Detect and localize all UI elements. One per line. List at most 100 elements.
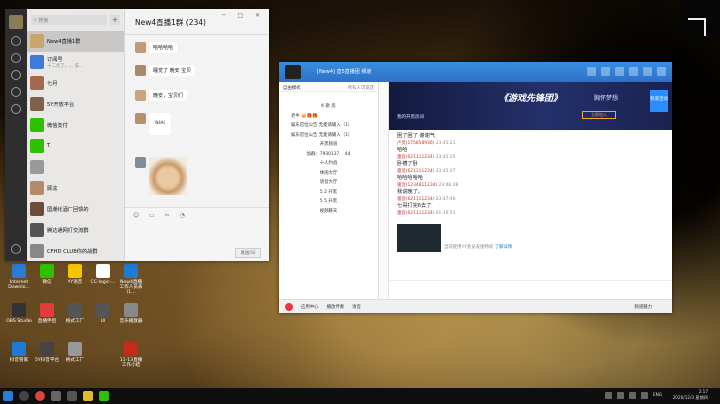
volume-icon[interactable]	[640, 392, 648, 399]
avatar	[135, 65, 146, 76]
message-bubble: 晚安，宝贝们	[149, 90, 188, 101]
chat-list-item[interactable]: 国潮化酒厂回馈的	[27, 199, 124, 220]
join-button[interactable]: 立即加入	[582, 111, 616, 119]
chat-list-item[interactable]: 5Y开放平台	[27, 94, 124, 115]
window-buttons[interactable]: ─ □ ✕	[222, 12, 265, 19]
chat-list-item[interactable]: CFHD CLUB你的战群	[27, 241, 124, 262]
desktop-icon[interactable]: 音乐播放器	[118, 303, 144, 324]
app-icon	[12, 303, 26, 317]
chat-list-item[interactable]: 顾泫	[27, 178, 124, 199]
app-center-button[interactable]: 应用中心	[301, 304, 319, 310]
system-tray[interactable]: ENG	[604, 392, 662, 399]
favorites-icon[interactable]	[11, 70, 21, 80]
channel-row[interactable]: 开黑频道	[279, 140, 378, 150]
input-toolbar[interactable]: ☺ ▭ ✂ ◔	[125, 208, 269, 223]
clock[interactable]: 2:17 2020/12/3 星期四	[673, 389, 708, 401]
chat-icon[interactable]	[11, 36, 21, 46]
channel-mode[interactable]: 自由模式 所有人可说话	[279, 82, 378, 92]
close-icon[interactable]	[657, 67, 666, 76]
avatar	[30, 181, 44, 195]
desktop-icon[interactable]: Internet Downlo...	[6, 264, 32, 290]
avatar	[30, 160, 44, 174]
desktop-icon[interactable]: 11-13直播工作小结	[118, 342, 144, 368]
yy-message-input[interactable]	[389, 280, 672, 299]
message-input-area[interactable]: ☺ ▭ ✂ ◔ 发送(S)	[125, 207, 269, 261]
search-icon[interactable]	[19, 391, 29, 401]
list-icon[interactable]	[615, 67, 624, 76]
channel-row[interactable]: 娱乐官位公告 无麦请输入（1）	[279, 131, 378, 141]
channel-banner[interactable]: 《游戏先锋团》 胸怀梦想 我的开黑房间 立即加入 频道活动	[389, 82, 672, 130]
desktop-icon[interactable]: CC-logic-...	[90, 264, 116, 285]
activity-button[interactable]: 频道活动	[650, 90, 668, 112]
channel-row[interactable]: 十人约战	[279, 159, 378, 169]
minimize-icon[interactable]	[629, 67, 638, 76]
app-icon[interactable]	[601, 67, 610, 76]
avatar[interactable]	[285, 302, 293, 311]
timestamp: 23:46:28	[438, 183, 459, 188]
contacts-icon[interactable]	[11, 53, 21, 63]
desktop-icon[interactable]: 直播伴侣	[34, 303, 60, 324]
wechat-icon[interactable]	[99, 391, 109, 401]
chat-list-item[interactable]: 微信支付	[27, 115, 124, 136]
desktop-icon[interactable]: 微信	[34, 264, 60, 285]
settings-icon[interactable]	[11, 244, 21, 254]
desktop-icon[interactable]: 5Y抖音平台	[34, 342, 60, 363]
chat-list-item[interactable]: 订阅号 十二点了，... 该...	[27, 52, 124, 73]
message-bubble: 哈哈哈哈	[149, 42, 178, 53]
desktop-icon[interactable]: 抖音管家	[6, 342, 32, 363]
channel-row[interactable]: K 歌 房	[279, 102, 378, 112]
desktop-icon[interactable]: Now4直播工作人员表 (1...	[118, 264, 144, 295]
chrome-icon[interactable]	[35, 391, 45, 401]
sender-name[interactable]: 骚音(621111234)	[397, 211, 434, 216]
channel-row[interactable]: 休闲大厅	[279, 169, 378, 179]
taskbar-app-icon[interactable]	[51, 391, 61, 401]
voice-button[interactable]: 语音	[352, 304, 361, 310]
avatar	[135, 113, 146, 124]
channel-row[interactable]: 5 2 开黑	[279, 188, 378, 198]
tray-icon[interactable]	[616, 392, 624, 399]
channel-row[interactable]: 语音大厅	[279, 178, 378, 188]
desktop-icon[interactable]: 格式工厂	[62, 303, 88, 324]
tray-icon[interactable]	[628, 392, 636, 399]
clock-date: 2020/12/3 星期四	[672, 395, 708, 400]
channel-row[interactable]: 视频聊天	[279, 207, 378, 217]
yy-window[interactable]: [New4] 直5直播团 频道 自由模式 所有人可说话 K 歌 房老牛 👑🎁🎁 娱乐…	[279, 62, 672, 313]
app-icon	[96, 303, 110, 317]
avatar[interactable]	[9, 15, 23, 29]
chat-list-item[interactable]: New4直播1群	[27, 31, 124, 52]
channel-row[interactable]: 娱乐官位公告 无麦请输入（1）	[279, 121, 378, 131]
desktop-icon[interactable]: 格式工厂	[62, 342, 88, 363]
chat-list-item[interactable]: 腾达通网打交流群	[27, 220, 124, 241]
taskbar-app-icon[interactable]	[67, 391, 77, 401]
taskbar-app-icon[interactable]	[83, 391, 93, 401]
desktop-icon[interactable]: OBS Studio	[6, 303, 32, 324]
app-icon	[40, 264, 54, 278]
charm-button[interactable]: 频道魅力	[634, 304, 652, 310]
language-indicator[interactable]: ENG	[653, 392, 662, 399]
windows-start-icon[interactable]	[3, 391, 13, 401]
watermark-logo	[688, 18, 706, 36]
channel-row[interactable]: 老牛 👑🎁🎁	[279, 112, 378, 122]
send-button[interactable]: 发送(S)	[235, 248, 261, 258]
desktop-icon[interactable]: YY语音	[62, 264, 88, 285]
files-icon[interactable]	[11, 87, 21, 97]
moments-icon[interactable]	[11, 104, 21, 114]
chat-list-item[interactable]: T	[27, 136, 124, 157]
search-input[interactable]: ⌕ 搜索	[31, 15, 107, 25]
learn-more-link[interactable]: 了解详情	[495, 245, 513, 250]
message	[135, 157, 187, 195]
wechat-window[interactable]: ⌕ 搜索 + New4直播1群 订阅号 十二点了，... 该... 七月 5Y开放平台微…	[5, 9, 269, 261]
yy-toolbar-icons[interactable]	[587, 67, 666, 76]
tray-icon[interactable]	[604, 392, 612, 399]
channel-row[interactable]: 5 5 开黑	[279, 197, 378, 207]
home-icon[interactable]	[587, 67, 596, 76]
maximize-icon[interactable]	[643, 67, 652, 76]
music-button[interactable]: 播放伴奏	[327, 304, 345, 310]
chat-list-item[interactable]	[27, 157, 124, 178]
video-thumbnail[interactable]	[397, 224, 441, 252]
add-button[interactable]: +	[110, 15, 120, 25]
chat-list-item[interactable]: 七月	[27, 73, 124, 94]
channel-row[interactable]: 加群：7930137ﾠ 44	[279, 150, 378, 160]
desktop-icon[interactable]: UI	[90, 303, 116, 324]
wechat-chat-list: ⌕ 搜索 + New4直播1群 订阅号 十二点了，... 该... 七月 5Y开放平台微…	[27, 9, 125, 261]
